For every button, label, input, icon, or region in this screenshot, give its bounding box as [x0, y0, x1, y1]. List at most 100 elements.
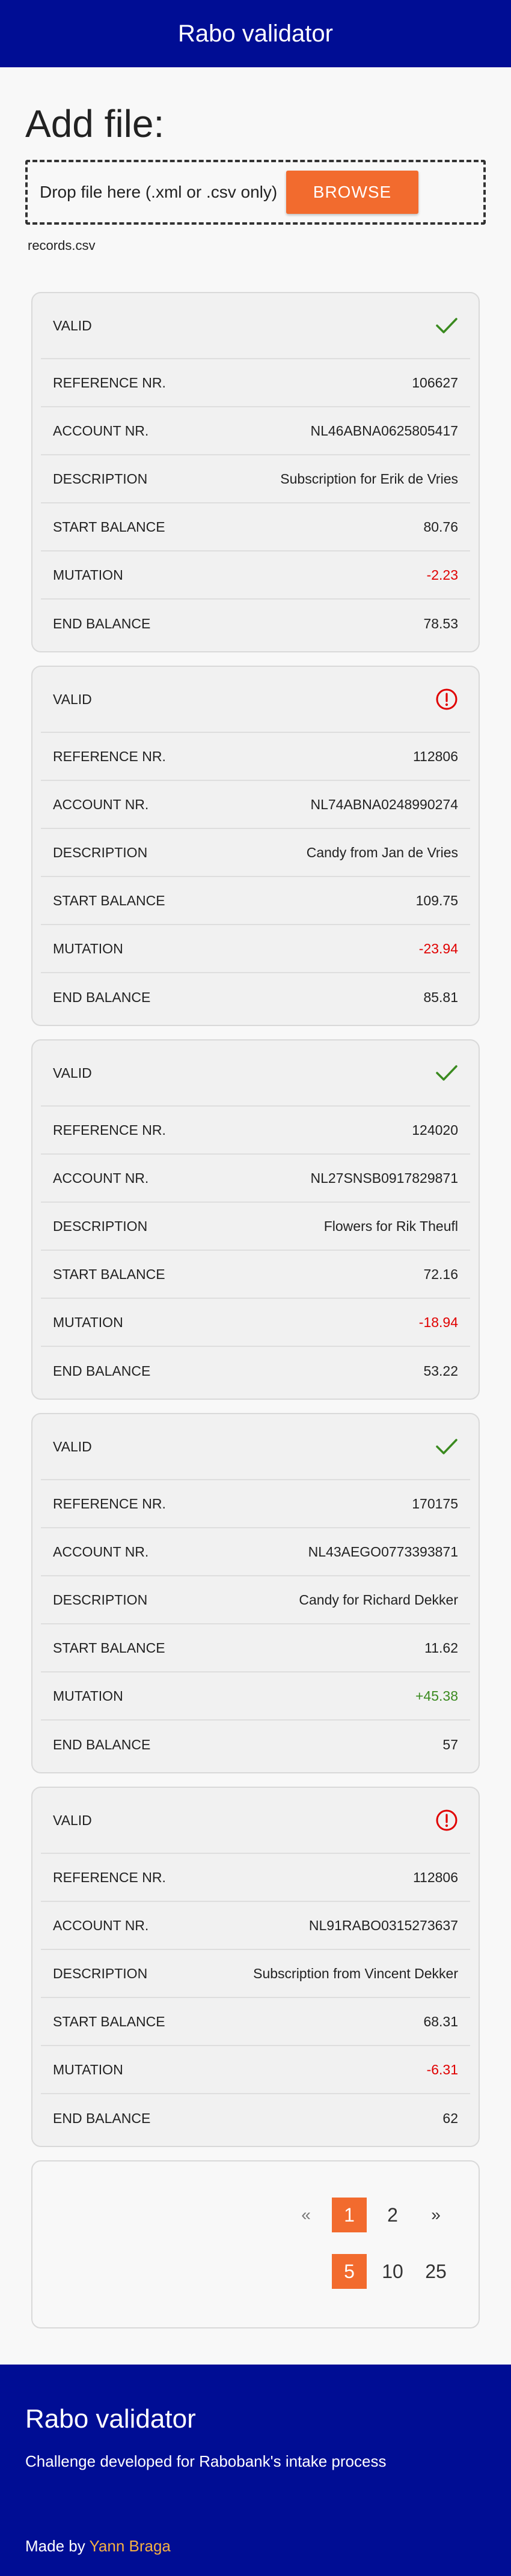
record-valid-row: VALID — [41, 1414, 470, 1480]
selected-filename: records.csv — [28, 238, 96, 253]
page-size-option[interactable]: 5 — [332, 2254, 367, 2289]
record-mutation-row: MUTATION -18.94 — [41, 1299, 470, 1347]
record-end-balance-row: END BALANCE 57 — [41, 1721, 470, 1769]
page-button[interactable]: 1 — [332, 2198, 367, 2232]
end-balance-value: 62 — [442, 2110, 458, 2126]
record-start-balance-row: START BALANCE 68.31 — [41, 1998, 470, 2046]
reference-nr-value: 124020 — [412, 1122, 458, 1138]
description-value: Subscription for Erik de Vries — [280, 470, 458, 487]
end-balance-value: 57 — [442, 1736, 458, 1752]
record-account-nr-row: ACCOUNT NR. NL46ABNA0625805417 — [41, 407, 470, 455]
record-mutation-row: MUTATION -2.23 — [41, 551, 470, 600]
page-navigation: « 1 2 » — [280, 2198, 453, 2232]
start-balance-value: 72.16 — [423, 1266, 458, 1282]
record-start-balance-row: START BALANCE 11.62 — [41, 1624, 470, 1672]
description-label: DESCRIPTION — [53, 1965, 148, 1981]
record-mutation-row: MUTATION -6.31 — [41, 2046, 470, 2094]
record-description-row: DESCRIPTION Subscription from Vincent Dek… — [41, 1950, 470, 1998]
drop-hint: Drop file here (.xml or .csv only) — [40, 183, 278, 201]
record-account-nr-row: ACCOUNT NR. NL43AEGO0773393871 — [41, 1528, 470, 1576]
file-dropzone[interactable]: Drop file here (.xml or .csv only) BROWS… — [25, 160, 486, 225]
record-start-balance-row: START BALANCE 72.16 — [41, 1251, 470, 1299]
reference-nr-label: REFERENCE NR. — [53, 1495, 166, 1511]
pagination: « 1 2 » 5 10 25 — [31, 2160, 480, 2328]
mutation-label: MUTATION — [53, 567, 123, 583]
record-valid-row: VALID — [41, 667, 470, 733]
account-nr-value: NL74ABNA0248990274 — [310, 796, 458, 812]
end-balance-label: END BALANCE — [53, 1362, 151, 1379]
valid-label: VALID — [53, 1812, 92, 1828]
start-balance-label: START BALANCE — [53, 2013, 165, 2029]
page-size-option[interactable]: 25 — [418, 2254, 453, 2289]
account-nr-label: ACCOUNT NR. — [53, 1543, 149, 1560]
description-value: Flowers for Rik Theufl — [323, 1218, 458, 1234]
credit-prefix: Made by — [25, 2537, 85, 2555]
description-value: Candy for Richard Dekker — [299, 1591, 458, 1608]
start-balance-label: START BALANCE — [53, 892, 165, 908]
record-valid-row: VALID — [41, 293, 470, 359]
description-label: DESCRIPTION — [53, 470, 148, 487]
description-value: Subscription from Vincent Dekker — [253, 1965, 458, 1981]
reference-nr-label: REFERENCE NR. — [53, 1122, 166, 1138]
description-label: DESCRIPTION — [53, 1591, 148, 1608]
record-description-row: DESCRIPTION Subscription for Erik de Vrie… — [41, 455, 470, 503]
start-balance-value: 68.31 — [423, 2013, 458, 2029]
page-button[interactable]: 2 — [375, 2198, 410, 2232]
end-balance-value: 85.81 — [423, 989, 458, 1005]
upload-heading: Add file: — [25, 102, 165, 145]
record-end-balance-row: END BALANCE 53.22 — [41, 1347, 470, 1395]
check-icon — [435, 1064, 458, 1082]
records-list: VALID REFERENCE NR. 106627 ACCOUNT NR. NL46A… — [0, 292, 511, 2147]
end-balance-label: END BALANCE — [53, 615, 151, 631]
page: Rabo validator Add file: Drop file here … — [0, 0, 511, 2576]
footer-title: Rabo validator — [25, 2404, 196, 2434]
description-value: Candy from Jan de Vries — [306, 844, 458, 860]
prev-page-button[interactable]: « — [289, 2198, 323, 2232]
mutation-label: MUTATION — [53, 2061, 123, 2077]
record-start-balance-row: START BALANCE 109.75 — [41, 877, 470, 925]
account-nr-label: ACCOUNT NR. — [53, 796, 149, 812]
record-reference-nr-row: REFERENCE NR. 124020 — [41, 1107, 470, 1155]
record-reference-nr-row: REFERENCE NR. 112806 — [41, 733, 470, 781]
alert-icon — [435, 688, 458, 711]
end-balance-label: END BALANCE — [53, 989, 151, 1005]
start-balance-label: START BALANCE — [53, 518, 165, 535]
record-reference-nr-row: REFERENCE NR. 170175 — [41, 1480, 470, 1528]
page-size-option[interactable]: 10 — [375, 2254, 410, 2289]
footer-credit: Made by Yann Braga — [25, 2537, 486, 2556]
top-bar: Rabo validator — [0, 0, 511, 67]
record-end-balance-row: END BALANCE 85.81 — [41, 973, 470, 1021]
record-account-nr-row: ACCOUNT NR. NL91RABO0315273637 — [41, 1902, 470, 1950]
browse-button[interactable]: BROWSE — [286, 171, 418, 214]
record-reference-nr-row: REFERENCE NR. 106627 — [41, 359, 470, 407]
reference-nr-label: REFERENCE NR. — [53, 374, 166, 390]
description-label: DESCRIPTION — [53, 1218, 148, 1234]
account-nr-value: NL46ABNA0625805417 — [310, 422, 458, 439]
description-label: DESCRIPTION — [53, 844, 148, 860]
reference-nr-label: REFERENCE NR. — [53, 748, 166, 764]
next-page-button[interactable]: » — [418, 2198, 453, 2232]
record-card: VALID REFERENCE NR. 106627 ACCOUNT NR. NL46A… — [31, 292, 480, 652]
start-balance-value: 109.75 — [415, 892, 458, 908]
account-nr-label: ACCOUNT NR. — [53, 422, 149, 439]
footer-subtitle: Challenge developed for Rabobank's intak… — [25, 2452, 387, 2470]
record-card: VALID REFERENCE NR. 124020 ACCOUNT NR. NL27S… — [31, 1039, 480, 1400]
mutation-value: -6.31 — [426, 2061, 458, 2077]
record-mutation-row: MUTATION -23.94 — [41, 925, 470, 973]
mutation-value: +45.38 — [415, 1687, 458, 1704]
reference-nr-value: 170175 — [412, 1495, 458, 1511]
author-link[interactable]: Yann Braga — [90, 2537, 171, 2555]
record-card: VALID REFERENCE NR. 170175 ACCOUNT NR. NL43A… — [31, 1413, 480, 1773]
record-account-nr-row: ACCOUNT NR. NL74ABNA0248990274 — [41, 781, 470, 829]
record-end-balance-row: END BALANCE 62 — [41, 2094, 470, 2142]
mutation-value: -2.23 — [426, 567, 458, 583]
record-description-row: DESCRIPTION Candy for Richard Dekker — [41, 1576, 470, 1624]
end-balance-value: 53.22 — [423, 1362, 458, 1379]
check-icon — [435, 317, 458, 335]
start-balance-label: START BALANCE — [53, 1639, 165, 1656]
record-end-balance-row: END BALANCE 78.53 — [41, 600, 470, 648]
reference-nr-value: 106627 — [412, 374, 458, 390]
start-balance-value: 80.76 — [423, 518, 458, 535]
account-nr-value: NL91RABO0315273637 — [308, 1917, 458, 1933]
end-balance-label: END BALANCE — [53, 2110, 151, 2126]
